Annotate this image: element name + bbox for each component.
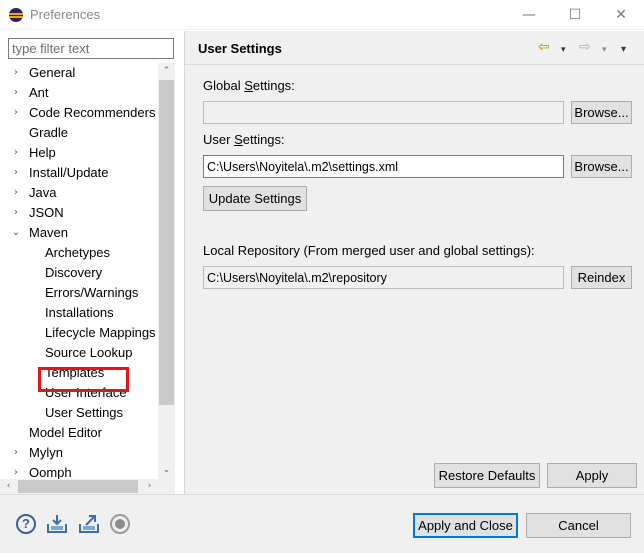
tree-item-json[interactable]: › JSON <box>11 203 64 223</box>
export-icon[interactable] <box>78 514 100 534</box>
tree-item-label: Maven <box>29 225 69 240</box>
reindex-button[interactable]: Reindex <box>571 266 632 289</box>
selection-highlight-box <box>38 367 129 392</box>
maximize-button[interactable]: ☐ <box>560 4 590 26</box>
tree-item-mylyn[interactable]: › Mylyn <box>11 443 63 463</box>
chevron-right-icon[interactable]: › <box>11 203 21 223</box>
apply-button[interactable]: Apply <box>547 463 637 488</box>
restore-defaults-button[interactable]: Restore Defaults <box>434 463 540 488</box>
tree-item-label: Ant <box>29 85 49 100</box>
tree-item-label: Install/Update <box>29 165 109 180</box>
tree-item-label: Discovery <box>45 265 103 280</box>
local-repository-label: Local Repository (From merged user and g… <box>203 243 535 258</box>
tree-item-label: User Settings <box>45 405 124 420</box>
tree-item-label: Mylyn <box>29 445 63 460</box>
tree-item-ant[interactable]: › Ant <box>11 83 49 103</box>
chevron-right-icon[interactable]: › <box>11 463 21 479</box>
view-menu-icon[interactable]: ▾ <box>621 43 626 57</box>
tree-item-label: General <box>29 65 76 80</box>
tree-item-installations[interactable]: Installations <box>45 303 114 323</box>
global-settings-label: Global Settings: <box>203 78 295 93</box>
help-icon[interactable]: ? <box>16 514 36 534</box>
tree-item-label: Installations <box>45 305 114 320</box>
tree-item-label: Archetypes <box>45 245 111 260</box>
user-settings-field[interactable] <box>203 155 564 178</box>
preference-page: User Settings ⇦ ▾ ⇨ ▾ ▾ Global Settings:… <box>185 31 644 494</box>
tree-item-lifecycle-mappings[interactable]: Lifecycle Mappings <box>45 323 156 343</box>
record-icon[interactable] <box>110 514 130 534</box>
chevron-right-icon[interactable]: › <box>11 163 21 183</box>
tree-item-maven[interactable]: ⌄ Maven <box>11 223 68 243</box>
close-button[interactable]: ✕ <box>606 4 636 26</box>
dialog-button-bar: ? Apply and Close Cancel <box>0 494 644 553</box>
user-browse-button[interactable]: Browse... <box>571 155 632 178</box>
filter-input[interactable] <box>8 38 174 59</box>
page-title: User Settings <box>198 41 282 56</box>
tree-item-label: Code Recommenders <box>29 105 156 120</box>
tree-item-label: Model Editor <box>29 425 102 440</box>
page-header: User Settings ⇦ ▾ ⇨ ▾ ▾ <box>185 31 644 65</box>
tree-item-label: Gradle <box>29 125 69 140</box>
tree-item-install-update[interactable]: › Install/Update <box>11 163 109 183</box>
tree-item-label: Lifecycle Mappings <box>45 325 156 340</box>
import-icon[interactable] <box>46 514 68 534</box>
user-settings-label: User Settings: <box>203 132 285 147</box>
tree-item-user-settings[interactable]: User Settings <box>45 403 123 423</box>
tree-item-label: Java <box>29 185 57 200</box>
forward-history-dropdown-icon[interactable]: ▾ <box>602 43 607 57</box>
tree-item-label: Source Lookup <box>45 345 133 360</box>
tree-vertical-scrollbar[interactable]: ⌃ ⌄ <box>158 63 175 479</box>
title-bar: Preferences — ☐ ✕ <box>0 0 644 30</box>
scrollbar-corner <box>158 479 175 494</box>
scroll-up-icon[interactable]: ⌃ <box>158 63 175 80</box>
tree-item-model-editor[interactable]: Model Editor <box>11 423 102 443</box>
tree-item-general[interactable]: › General <box>11 63 75 83</box>
tree-item-java[interactable]: › Java <box>11 183 56 203</box>
chevron-right-icon[interactable]: › <box>11 103 21 123</box>
chevron-right-icon[interactable]: › <box>11 143 21 163</box>
tree-item-label: Oomph <box>29 465 72 479</box>
preference-tree: › General › Ant › Code Recommenders Gradle … <box>0 63 158 479</box>
scroll-thumb[interactable] <box>18 480 138 493</box>
chevron-right-icon[interactable]: › <box>11 63 21 83</box>
window-title: Preferences <box>30 7 101 22</box>
tree-item-source-lookup[interactable]: Source Lookup <box>45 343 132 363</box>
cancel-button[interactable]: Cancel <box>526 513 631 538</box>
tree-item-errors-warnings[interactable]: Errors/Warnings <box>45 283 138 303</box>
apply-and-close-button[interactable]: Apply and Close <box>413 513 518 538</box>
update-settings-button[interactable]: Update Settings <box>203 186 307 211</box>
back-history-dropdown-icon[interactable]: ▾ <box>561 43 566 57</box>
global-settings-field[interactable] <box>203 101 564 124</box>
tree-item-label: JSON <box>29 205 64 220</box>
tree-item-gradle[interactable]: Gradle <box>11 123 68 143</box>
tree-item-help[interactable]: › Help <box>11 143 56 163</box>
global-browse-button[interactable]: Browse... <box>571 101 632 124</box>
tree-item-discovery[interactable]: Discovery <box>45 263 102 283</box>
chevron-right-icon[interactable]: › <box>11 443 21 463</box>
tree-horizontal-scrollbar[interactable]: ‹ › <box>0 479 158 494</box>
minimize-button[interactable]: — <box>514 4 544 26</box>
scroll-left-icon[interactable]: ‹ <box>0 479 17 494</box>
tree-item-label: Help <box>29 145 56 160</box>
eclipse-logo-icon <box>9 8 23 22</box>
scroll-thumb[interactable] <box>159 80 174 405</box>
tree-item-code-recommenders[interactable]: › Code Recommenders <box>11 103 155 123</box>
tree-item-label: Errors/Warnings <box>45 285 139 300</box>
scroll-down-icon[interactable]: ⌄ <box>158 462 175 479</box>
back-arrow-icon[interactable]: ⇦ <box>538 40 550 54</box>
tree-item-archetypes[interactable]: Archetypes <box>45 243 110 263</box>
local-repository-field[interactable] <box>203 266 564 289</box>
chevron-down-icon[interactable]: ⌄ <box>11 223 21 243</box>
chevron-right-icon[interactable]: › <box>11 83 21 103</box>
preference-tree-pane: ›General ›Ant ›Code Recommenders Gradle … <box>0 31 184 494</box>
tree-item-oomph[interactable]: › Oomph <box>11 463 72 479</box>
forward-arrow-icon[interactable]: ⇨ <box>579 40 591 54</box>
scroll-right-icon[interactable]: › <box>141 479 158 494</box>
chevron-right-icon[interactable]: › <box>11 183 21 203</box>
